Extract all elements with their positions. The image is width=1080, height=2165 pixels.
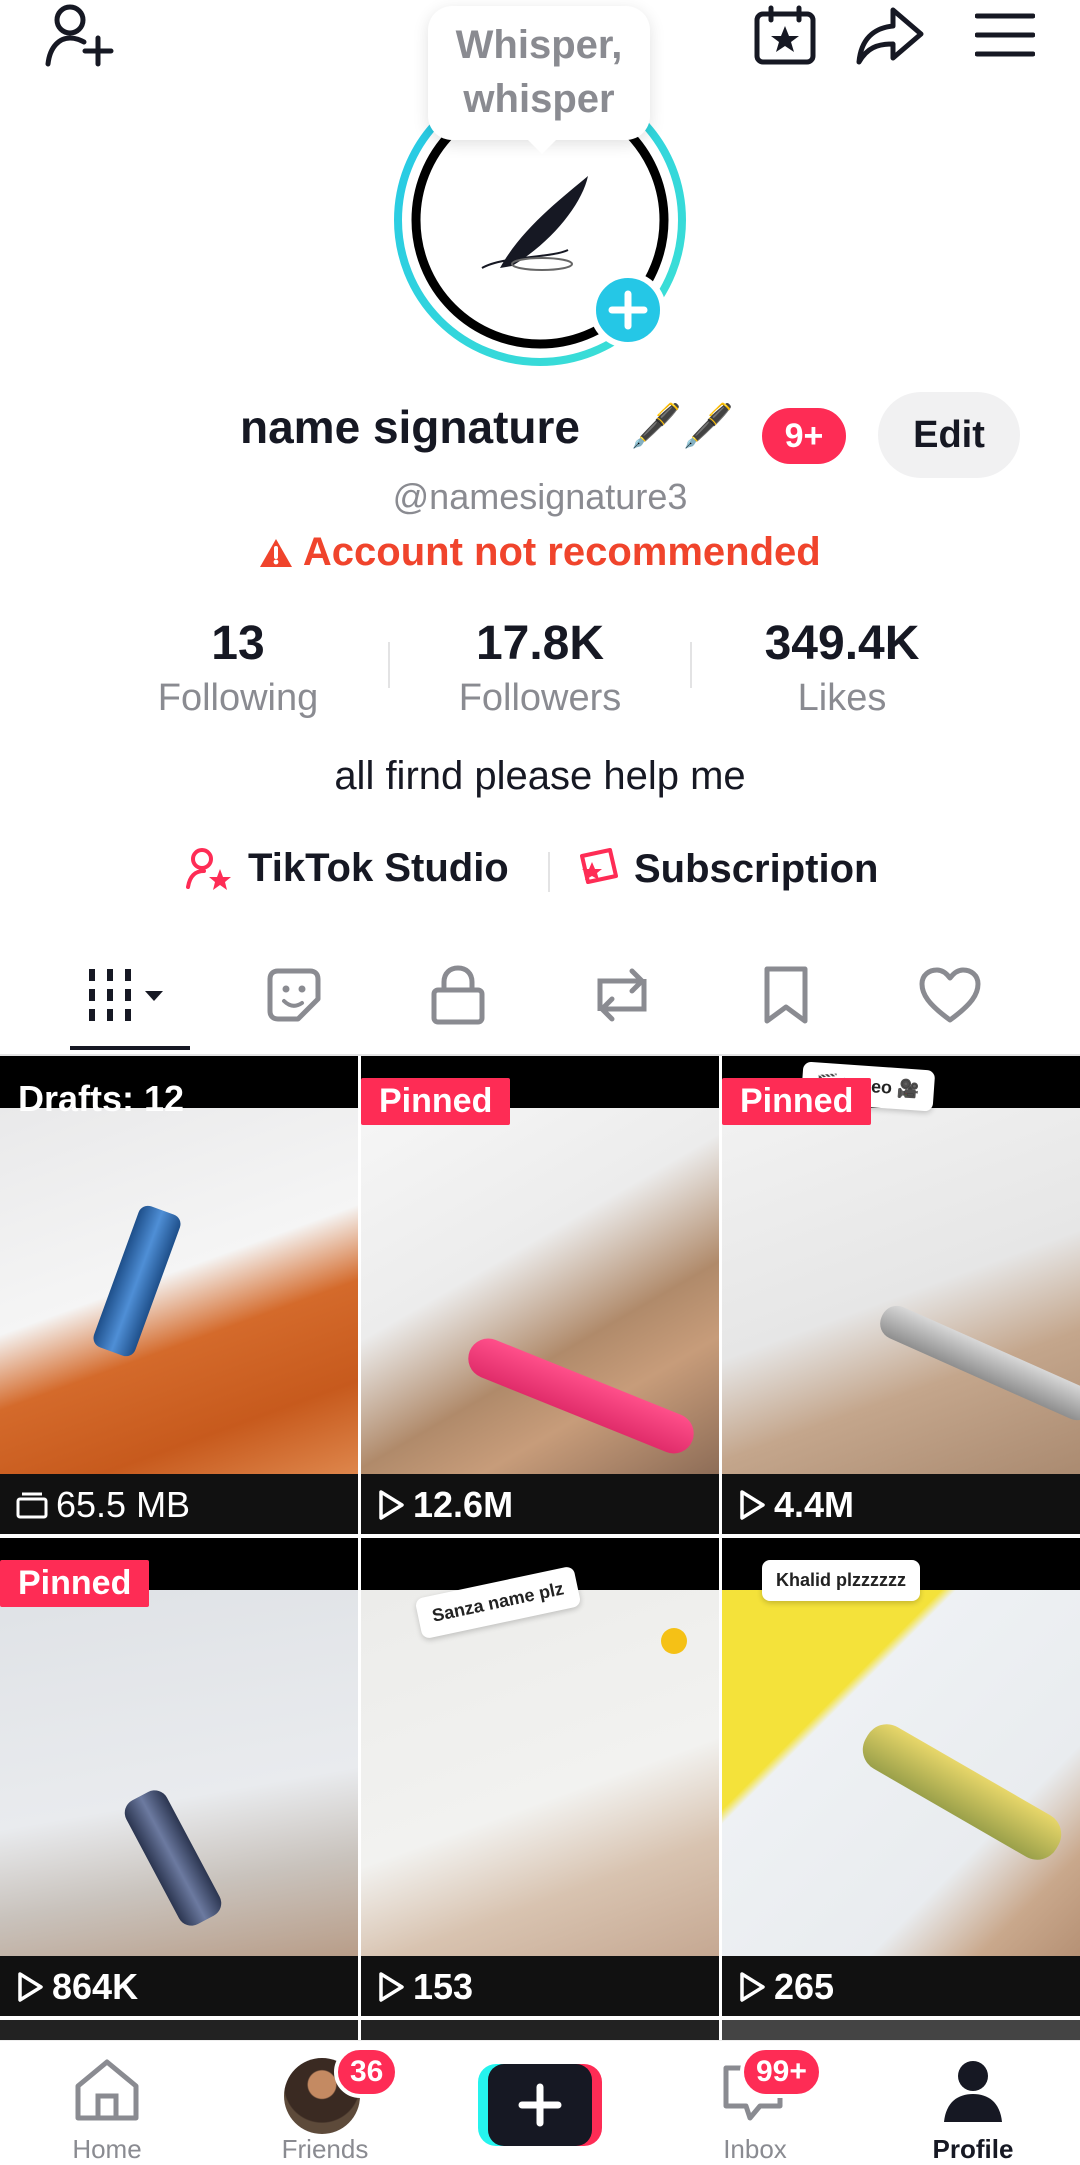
stat-value: 17.8K: [475, 617, 605, 670]
share-icon[interactable]: [850, 0, 930, 70]
creator-star-icon: [186, 847, 234, 891]
tab-videos[interactable]: [70, 950, 190, 1040]
thumbnail-image: [722, 1108, 1080, 1482]
view-count-text: 265: [774, 1966, 835, 2007]
profile-icon: [940, 2058, 1006, 2124]
pinned-badge: Pinned: [0, 1560, 150, 1607]
nav-profile-label: Profile: [932, 2134, 1014, 2164]
note-bubble-text: Whisper, whisper: [455, 23, 623, 121]
play-icon: [738, 1489, 766, 1521]
confetti-graphic: [661, 1628, 687, 1654]
thumbnail-image: [0, 1108, 358, 1482]
nav-inbox[interactable]: 99+ Inbox: [680, 2046, 830, 2164]
warning-text: Account not recommended: [302, 530, 821, 574]
add-friend-icon[interactable]: [30, 0, 130, 70]
tiktok-studio-label: TikTok Studio: [248, 846, 509, 890]
comment-reply-text: Khalid plzzzzzz: [776, 1570, 906, 1590]
tab-reposts[interactable]: [562, 950, 682, 1040]
comment-reply-card: Khalid plzzzzzz: [762, 1560, 920, 1601]
edit-profile-button[interactable]: Edit: [878, 392, 1020, 478]
view-count: 265: [738, 1966, 834, 2008]
notification-badge[interactable]: 9+: [762, 408, 846, 464]
nav-home-label: Home: [72, 2134, 142, 2164]
stat-likes[interactable]: 349.4K Likes: [692, 616, 992, 720]
stat-value: 349.4K: [764, 617, 920, 670]
create-button[interactable]: [478, 2064, 602, 2146]
profile-handle: @namesignature3: [392, 476, 688, 517]
subscription-label: Subscription: [634, 846, 879, 891]
note-bubble[interactable]: Whisper, whisper: [428, 6, 650, 154]
play-icon: [16, 1971, 44, 2003]
drafts-folder-icon: [16, 1491, 48, 1519]
play-icon: [377, 1489, 405, 1521]
play-icon: [738, 1971, 766, 2003]
nav-profile[interactable]: Profile: [898, 2048, 1048, 2164]
create-button-face: [488, 2064, 592, 2146]
calendar-star-icon[interactable]: [745, 0, 825, 70]
nav-friends[interactable]: 36 Friends: [250, 2046, 400, 2164]
tab-liked[interactable]: [890, 950, 1010, 1040]
stat-following[interactable]: 13 Following: [88, 616, 388, 720]
view-count-text: 12.6M: [413, 1484, 514, 1525]
home-icon: [72, 2058, 142, 2122]
tab-stickers[interactable]: [234, 950, 354, 1040]
active-tab-indicator: [70, 1046, 190, 1050]
video-thumbnail-pinned[interactable]: Pinned 12.6M: [361, 1056, 719, 1534]
video-thumbnail-drafts[interactable]: Drafts: 12 65.5 MB: [0, 1056, 358, 1534]
view-count-text: 4.4M: [774, 1484, 855, 1525]
tab-favorites[interactable]: [726, 950, 846, 1040]
link-divider: [548, 852, 550, 892]
view-count-text: 153: [413, 1966, 474, 2007]
stat-label: Followers: [458, 677, 622, 719]
stat-followers[interactable]: 17.8K Followers: [390, 616, 690, 720]
stat-value: 13: [211, 617, 265, 670]
video-thumbnail[interactable]: Sanza name plz 153: [361, 1538, 719, 2016]
nav-inbox-label: Inbox: [723, 2134, 787, 2164]
view-count: 153: [377, 1966, 473, 2008]
view-count-text: 864K: [52, 1966, 139, 2007]
friends-badge: 36: [334, 2046, 400, 2098]
pinned-badge: Pinned: [361, 1078, 511, 1125]
pinned-badge: Pinned: [722, 1078, 872, 1125]
drafts-label: Drafts: 12: [18, 1078, 185, 1119]
stat-label: Likes: [797, 677, 887, 719]
add-story-icon[interactable]: [590, 272, 666, 348]
menu-icon[interactable]: [965, 0, 1045, 70]
inbox-badge: 99+: [740, 2046, 823, 2098]
video-thumbnail-pinned[interactable]: Pinned 864K: [0, 1538, 358, 2016]
video-thumbnail-pinned[interactable]: 🎬 Video 🎥 Pinned 4.4M: [722, 1056, 1080, 1534]
subscription-icon: [572, 846, 620, 892]
video-thumbnail[interactable]: Khalid plzzzzzz 265: [722, 1538, 1080, 2016]
play-icon: [377, 1971, 405, 2003]
view-count: 4.4M: [738, 1484, 854, 1526]
plus-icon: [518, 2083, 562, 2127]
draft-size-text: 65.5 MB: [56, 1484, 191, 1525]
nav-friends-label: Friends: [281, 2134, 369, 2164]
profile-bio: all firnd please help me: [334, 754, 746, 798]
name-emoji: 🖋️🖋️: [630, 402, 735, 449]
tiktok-studio-link[interactable]: TikTok Studio: [186, 846, 509, 891]
warning-icon: [259, 534, 293, 579]
subscription-link[interactable]: Subscription: [572, 846, 878, 892]
account-warning[interactable]: Account not recommended: [0, 530, 1080, 579]
stat-label: Following: [157, 677, 319, 719]
draft-size: 65.5 MB: [16, 1484, 190, 1526]
view-count: 12.6M: [377, 1484, 513, 1526]
nav-home[interactable]: Home: [32, 2048, 182, 2164]
tab-private[interactable]: [398, 950, 518, 1040]
view-count: 864K: [16, 1966, 138, 2008]
profile-name: name signature: [240, 401, 580, 453]
